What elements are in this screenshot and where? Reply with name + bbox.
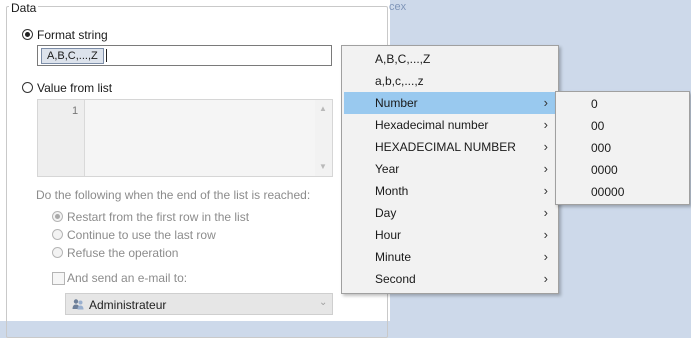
end-of-list-prompt: Do the following when the end of the lis… [36,188,311,202]
menu-item[interactable]: Month › [344,180,556,202]
submenu-item-label: 00000 [591,185,625,199]
restart-radio[interactable] [52,211,63,222]
menu-item-label: HEXADECIMAL NUMBER [375,140,516,154]
vertical-scrollbar[interactable]: ▲ ▼ [315,100,332,176]
submenu-arrow-icon: › [543,227,548,242]
submenu-item[interactable]: 00000 [558,181,687,203]
format-token-chip[interactable]: A,B,C,...,Z [41,48,104,64]
menu-item[interactable]: HEXADECIMAL NUMBER › [344,136,556,158]
format-string-label: Format string [37,28,108,42]
value-from-list-label: Value from list [37,81,113,95]
menu-item[interactable]: Hour › [344,224,556,246]
submenu-item[interactable]: 00 [558,115,687,137]
menu-item-label: a,b,c,...,z [375,74,424,88]
submenu-item[interactable]: 0000 [558,159,687,181]
scroll-up-icon[interactable]: ▲ [319,104,327,113]
restart-label: Restart from the first row in the list [67,210,250,224]
menu-item[interactable]: Minute › [344,246,556,268]
menu-item-label: Day [375,206,397,220]
menu-item-label: Month [375,184,409,198]
email-recipient-value: Administrateur [89,298,167,312]
submenu-arrow-icon: › [543,161,548,176]
format-string-radio[interactable] [22,29,33,40]
send-email-checkbox[interactable] [52,272,65,285]
menu-item[interactable]: Hexadecimal number › [344,114,556,136]
list-values-editor[interactable]: 1 ▲ ▼ [37,99,333,177]
submenu-arrow-icon: › [543,139,548,154]
value-from-list-radio[interactable] [22,82,33,93]
menu-item-label: A,B,C,...,Z [375,52,431,66]
menu-item[interactable]: Number › [344,92,556,114]
menu-item-label: Minute [375,250,412,264]
scroll-down-icon[interactable]: ▼ [319,162,327,171]
submenu-item-label: 00 [591,119,605,133]
format-context-menu: A,B,C,...,Z a,b,c,...,z Number › Hexadecimal… [341,45,559,294]
menu-item[interactable]: Day › [344,202,556,224]
menu-item-label: Hexadecimal number [375,118,489,132]
menu-item-label: Second [375,272,416,286]
continue-radio[interactable] [52,229,63,240]
submenu-arrow-icon: › [543,183,548,198]
menu-item-label: Number [375,96,418,110]
users-icon [72,299,84,310]
submenu-item-label: 0000 [591,163,618,177]
number-submenu: 0 00 000 0000 00000 [555,91,690,205]
background-text: cex [389,1,407,13]
submenu-item[interactable]: 000 [558,137,687,159]
submenu-arrow-icon: › [543,271,548,286]
line-number: 1 [72,105,79,117]
refuse-radio[interactable] [52,247,63,258]
group-title: Data [9,1,39,15]
send-email-label: And send an e-mail to: [67,271,188,285]
menu-item[interactable]: a,b,c,...,z [344,70,556,92]
menu-item[interactable]: A,B,C,...,Z [344,48,556,70]
submenu-item-label: 0 [591,97,598,111]
submenu-arrow-icon: › [543,249,548,264]
refuse-label: Refuse the operation [67,246,179,260]
text-caret [106,49,107,62]
submenu-arrow-icon: › [543,205,548,220]
continue-label: Continue to use the last row [67,228,216,242]
menu-item-label: Year [375,162,400,176]
menu-item[interactable]: Second › [344,268,556,290]
email-recipient-select[interactable]: Administrateur ⌄ [65,293,333,315]
submenu-item-label: 000 [591,141,612,155]
submenu-item[interactable]: 0 [558,93,687,115]
chevron-down-icon[interactable]: ⌄ [319,297,327,308]
submenu-arrow-icon: › [543,95,548,110]
submenu-arrow-icon: › [543,117,548,132]
menu-item[interactable]: Year › [344,158,556,180]
menu-item-label: Hour [375,228,402,242]
